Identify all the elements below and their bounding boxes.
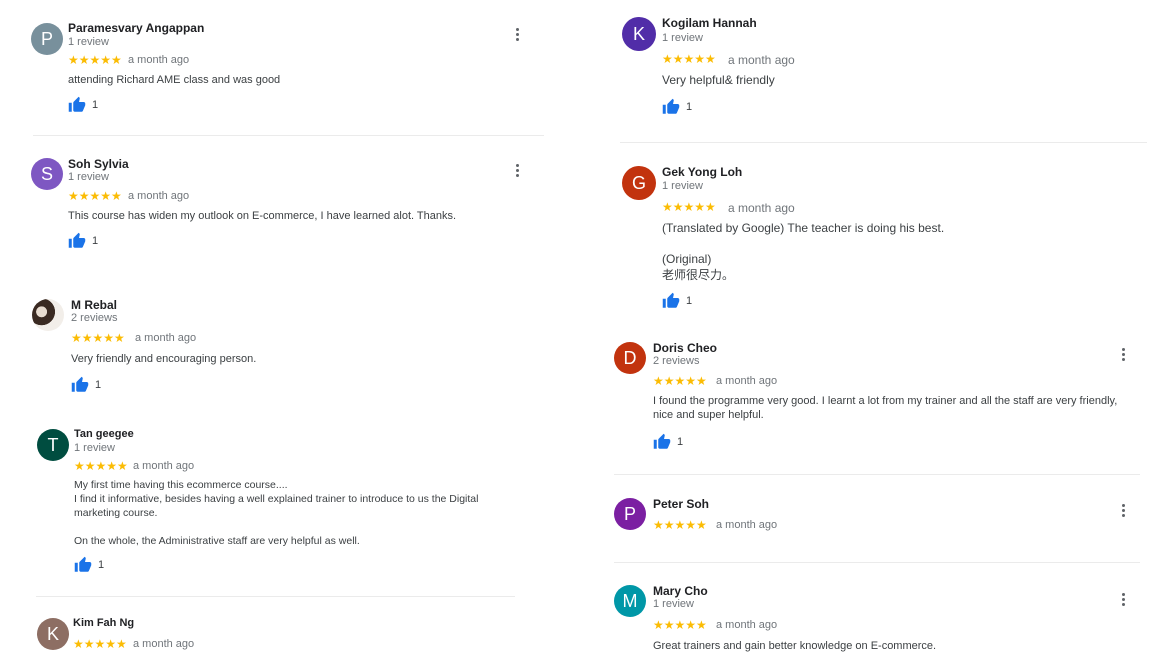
like-button[interactable]: 1 [662,98,692,116]
review-count: 1 review [653,598,694,610]
avatar-photo[interactable] [32,299,64,331]
divider [33,135,544,136]
review-time: a month ago [128,190,190,202]
rating-stars: ★★★★★ [68,189,122,203]
rating-stars: ★★★★★ [662,52,716,66]
reviewer-name[interactable]: Kim Fah Ng [73,617,134,629]
rating-stars: ★★★★★ [653,374,707,388]
review-card: P Peter Soh ★★★★★ a month ago [600,490,1172,560]
review-text: attending Richard AME class and was good [68,74,281,86]
like-count: 1 [92,99,99,111]
review-count: 1 review [662,180,703,192]
rating-stars: ★★★★★ [73,637,127,651]
more-vert-icon[interactable] [1117,503,1129,519]
review-text: (Translated by Google) The teacher is do… [662,221,945,282]
review-time: a month ago [716,375,778,387]
like-count: 1 [92,235,99,247]
avatar[interactable]: S [31,158,63,190]
rating-stars: ★★★★★ [74,459,128,473]
review-count: 1 review [74,442,115,454]
thumbs-up-icon [662,292,680,308]
thumbs-up-icon [653,433,671,449]
like-button[interactable]: 1 [68,96,98,114]
review-time: a month ago [716,619,778,631]
review-card: M Mary Cho 1 review ★★★★★ a month ago Gr… [600,577,1172,669]
thumbs-up-icon [662,98,680,114]
rating-stars: ★★★★★ [653,618,707,632]
reviewer-name[interactable]: Peter Soh [653,497,709,511]
review-time: a month ago [133,460,195,472]
more-vert-icon[interactable] [1117,347,1129,363]
review-text: Very helpful& friendly [662,73,775,87]
divider [614,474,1140,475]
review-count: 1 review [662,32,703,44]
avatar[interactable]: P [31,23,63,55]
reviewer-name[interactable]: Doris Cheo [653,341,717,355]
reviewer-name[interactable]: Mary Cho [653,584,708,598]
more-vert-icon[interactable] [1117,592,1129,608]
reviewer-name[interactable]: Kogilam Hannah [662,16,757,30]
avatar[interactable]: K [622,17,656,51]
divider [620,142,1147,143]
more-vert-icon[interactable] [511,27,523,43]
review-card: M Rebal 2 reviews ★★★★★ a month ago Very… [0,290,560,410]
like-count: 1 [677,436,684,448]
like-count: 1 [686,101,693,113]
thumbs-up-icon [71,376,89,392]
rating-stars: ★★★★★ [71,331,125,345]
like-button[interactable]: 1 [71,376,101,394]
divider [614,562,1140,563]
review-time: a month ago [128,54,190,66]
review-card: T Tan geegee 1 review ★★★★★ a month ago … [0,420,560,596]
review-count: 2 reviews [71,312,118,324]
review-card: S Soh Sylvia 1 review ★★★★★ a month ago … [0,150,560,270]
review-card: P Paramesvary Angappan 1 review ★★★★★ a … [0,0,560,135]
rating-stars: ★★★★★ [653,518,707,532]
like-button[interactable]: 1 [662,292,692,310]
like-button[interactable]: 1 [653,433,683,451]
rating-stars: ★★★★★ [662,200,716,214]
reviewer-name[interactable]: Soh Sylvia [68,157,129,171]
like-count: 1 [686,295,693,307]
review-text: Very friendly and encouraging person. [71,353,257,365]
thumbs-up-icon [68,96,86,112]
review-count: 2 reviews [653,355,700,367]
review-count: 1 review [68,171,109,183]
review-time: a month ago [728,53,795,67]
like-count: 1 [95,379,102,391]
divider [36,596,515,597]
thumbs-up-icon [68,232,86,248]
review-time: a month ago [135,332,197,344]
like-button[interactable]: 1 [68,232,98,250]
avatar[interactable]: D [614,342,646,374]
avatar[interactable]: M [614,585,646,617]
avatar[interactable]: T [37,429,69,461]
avatar[interactable]: G [622,166,656,200]
review-time: a month ago [133,638,195,650]
like-count: 1 [98,559,105,571]
more-vert-icon[interactable] [511,163,523,179]
review-card: K Kim Fah Ng ★★★★★ a month ago [0,610,560,669]
reviewer-name[interactable]: M Rebal [71,298,117,312]
thumbs-up-icon [74,556,92,572]
review-card: D Doris Cheo 2 reviews ★★★★★ a month ago… [600,335,1172,475]
review-text: My first time having this ecommerce cour… [74,479,479,547]
reviewer-name[interactable]: Tan geegee [74,428,134,440]
rating-stars: ★★★★★ [68,53,122,67]
review-text: This course has widen my outlook on E-co… [68,210,457,222]
avatar[interactable]: P [614,498,646,530]
reviewer-name[interactable]: Gek Yong Loh [662,165,742,179]
review-time: a month ago [716,519,778,531]
review-card: K Kogilam Hannah 1 review ★★★★★ a month … [600,0,1172,142]
reviewer-name[interactable]: Paramesvary Angappan [68,21,204,35]
review-time: a month ago [728,201,795,215]
review-card: G Gek Yong Loh 1 review ★★★★★ a month ag… [600,150,1172,320]
avatar[interactable]: K [37,618,69,650]
review-text: Great trainers and gain better knowledge… [653,640,937,652]
review-count: 1 review [68,36,109,48]
review-text: I found the programme very good. I learn… [653,395,1118,421]
like-button[interactable]: 1 [74,556,104,574]
